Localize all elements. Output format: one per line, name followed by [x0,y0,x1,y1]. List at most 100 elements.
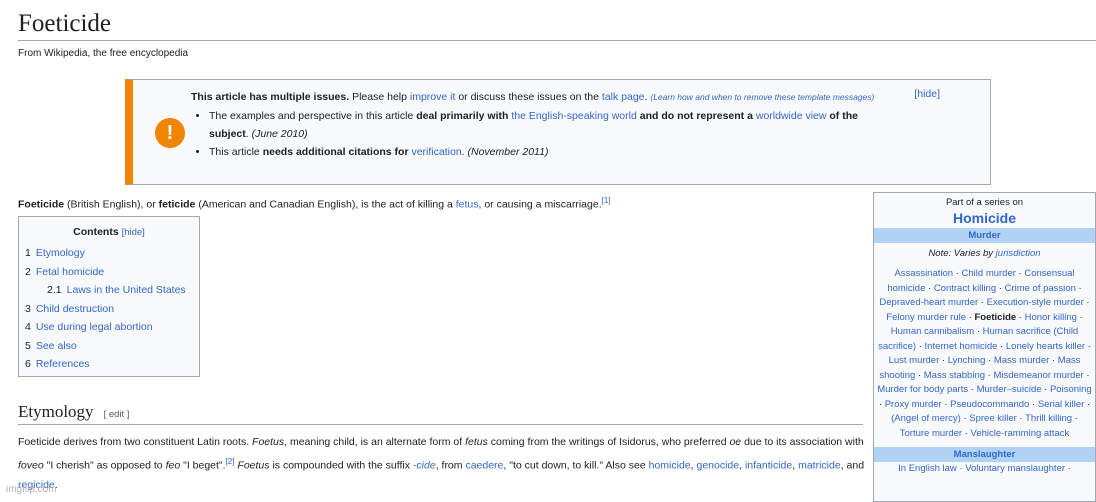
sidebar-murder-link[interactable]: Lynching [948,355,986,366]
sidebar-murder-link[interactable]: Crime of passion [1005,283,1076,294]
multiple-issues-box: ! [hide] This article has multiple issue… [125,79,991,185]
sidebar-murder-link[interactable]: Poisoning [1050,384,1092,395]
issue-item: The examples and perspective in this art… [209,107,891,143]
toc-link-laws-us[interactable]: Laws in the United States [67,284,186,296]
toc-number: 1 [25,247,31,259]
sidebar-manslaughter-list[interactable]: In English law · Voluntary manslaughter … [874,462,1095,477]
etym-text: due to its association with [744,436,864,448]
improve-link[interactable]: improve it [410,91,456,103]
issue-date: (June 2010) [251,128,308,140]
lead-bold: feticide [158,198,196,211]
verification-link[interactable]: verification [411,146,461,158]
toc-link-child-destruction[interactable]: Child destruction [36,303,114,315]
issue-date: (November 2011) [467,146,549,158]
sidebar-murder-link[interactable]: Execution-style murder [987,297,1084,308]
sidebar-murder-heading[interactable]: Murder [874,228,1095,243]
separator-dot: · [1049,355,1058,366]
edit-section-link[interactable]: [ edit ] [104,409,130,420]
sidebar-murder-link[interactable]: Murder for body parts [877,384,968,395]
separator-dot: · [941,398,951,410]
sidebar-murder-link[interactable]: (Angel of mercy) [891,413,961,424]
toc-item[interactable]: 6 References [25,355,199,374]
toc-item[interactable]: 4 Use during legal abortion [25,318,199,337]
issue-text: This article [209,146,260,158]
toc-item[interactable]: 3 Child destruction [25,300,199,319]
sidebar-murder-link[interactable]: Murder–suicide [977,384,1042,395]
toc-number: 4 [25,321,31,333]
toc-item[interactable]: 5 See also [25,337,199,356]
sidebar-murder-link[interactable]: Assassination [894,268,953,279]
toc-item[interactable]: 1 Etymology [25,244,199,263]
sidebar-murder-link[interactable]: Child murder [962,268,1016,279]
english-speaking-world-link[interactable]: the English-speaking world [511,110,637,122]
citation-link[interactable]: [2] [226,457,235,466]
separator-dot: · [953,268,962,279]
sidebar-pretitle: Part of a series on [945,197,1024,208]
separator-dot: · [939,355,948,366]
separator-dot: · [974,326,983,337]
sidebar-title-link[interactable]: Homicide [874,210,1095,226]
page-tagline: From Wikipedia, the free encyclopedia [18,48,189,59]
genocide-link[interactable]: genocide [696,460,739,472]
toc-link-fetal-homicide[interactable]: Fetal homicide [36,266,104,278]
sidebar-murder-link[interactable]: Human cannibalism [891,326,974,337]
table-of-contents: Contents [hide] 1 Etymology 2 Fetal homici… [18,216,200,377]
citation-link[interactable]: [1] [602,196,611,205]
sidebar-murder-link[interactable]: Depraved-heart murder [879,297,978,308]
sidebar-murder-link[interactable]: Internet homicide [925,341,998,352]
fetus-link[interactable]: fetus [456,199,479,211]
issues-hide-link[interactable]: [hide] [914,88,940,100]
separator-dot: · [1029,398,1038,410]
sidebar-murder-link[interactable]: Serial killer [1038,399,1084,410]
sidebar-murder-link[interactable]: Misdemeanor murder [993,370,1083,381]
learn-remove-link[interactable]: (Learn how and when to remove these temp… [650,92,874,102]
matricide-link[interactable]: matricide [798,460,841,472]
sidebar-murder-link[interactable]: Vehicle-ramming attack [971,428,1070,439]
talk-page-link[interactable]: talk page [602,91,645,103]
toc-link-see-also[interactable]: See also [36,340,77,352]
sidebar-murder-link[interactable]: Lust murder [889,355,940,366]
toc-link-legal-abortion[interactable]: Use during legal abortion [36,321,153,333]
issue-text: The examples and perspective in this art… [209,110,414,122]
toc-link-etymology[interactable]: Etymology [36,247,85,259]
etym-italic: Foetus [252,436,285,448]
sidebar-note-text: Note: Varies by [928,248,994,259]
sidebar-murder-link[interactable]: Thrill killing [1025,413,1072,424]
sidebar-murder-link[interactable]: Contract killing [934,283,996,294]
etym-text: , and [840,459,865,472]
page-title: Foeticide [18,10,112,37]
infanticide-link[interactable]: infanticide [745,460,792,472]
toc-item[interactable]: 2 Fetal homicide [25,263,199,282]
etym-italic: fetus [465,436,488,448]
etymology-heading: Etymology [ edit ] [18,402,129,422]
toc-number: 5 [25,339,31,352]
etym-text: is compounded with the suffix [272,459,410,472]
section-title: Etymology [18,402,94,421]
sidebar-murder-link[interactable]: Torture murder [900,428,962,439]
sidebar-murder-link[interactable]: Mass stabbing [924,370,985,381]
toc-item[interactable]: 2.1 Laws in the United States [25,281,199,300]
caedere-link[interactable]: caedere [465,460,503,472]
homicide-link[interactable]: homicide [649,460,691,472]
sidebar-manslaughter-heading[interactable]: Manslaughter [874,447,1095,462]
sidebar-murder-link[interactable]: Spree killer [969,413,1017,424]
sidebar-murder-link[interactable]: Pseudocommando [950,399,1029,410]
toc-number: 2.1 [47,284,62,296]
sidebar-murder-link[interactable]: Proxy murder [885,399,942,410]
sidebar-murder-link[interactable]: Felony murder rule [886,312,966,323]
lead-paragraph: Foeticide (British English), or feticide… [18,193,863,213]
toc-link-references[interactable]: References [36,358,90,370]
separator-dot: · [1041,384,1050,395]
toc-hide-link[interactable]: [hide] [122,227,145,238]
issue-item: This article needs additional citations … [209,143,891,161]
separator-dot: · [1072,413,1078,424]
worldwide-view-link[interactable]: worldwide view [756,110,827,122]
sidebar-murder-link[interactable]: Lonely hearts killer [1006,341,1085,352]
homicide-sidebar: Part of a series on Homicide Murder Note… [873,192,1096,502]
sidebar-murder-link[interactable]: Honor killing [1025,312,1077,323]
lead-text: (American and Canadian English), is the … [198,198,453,211]
sidebar-murder-link[interactable]: Mass murder [994,355,1049,366]
jurisdiction-link[interactable]: jurisdiction [996,248,1041,259]
cide-link[interactable]: -cide [413,460,436,472]
issue-bold: and do not represent a [639,110,753,122]
